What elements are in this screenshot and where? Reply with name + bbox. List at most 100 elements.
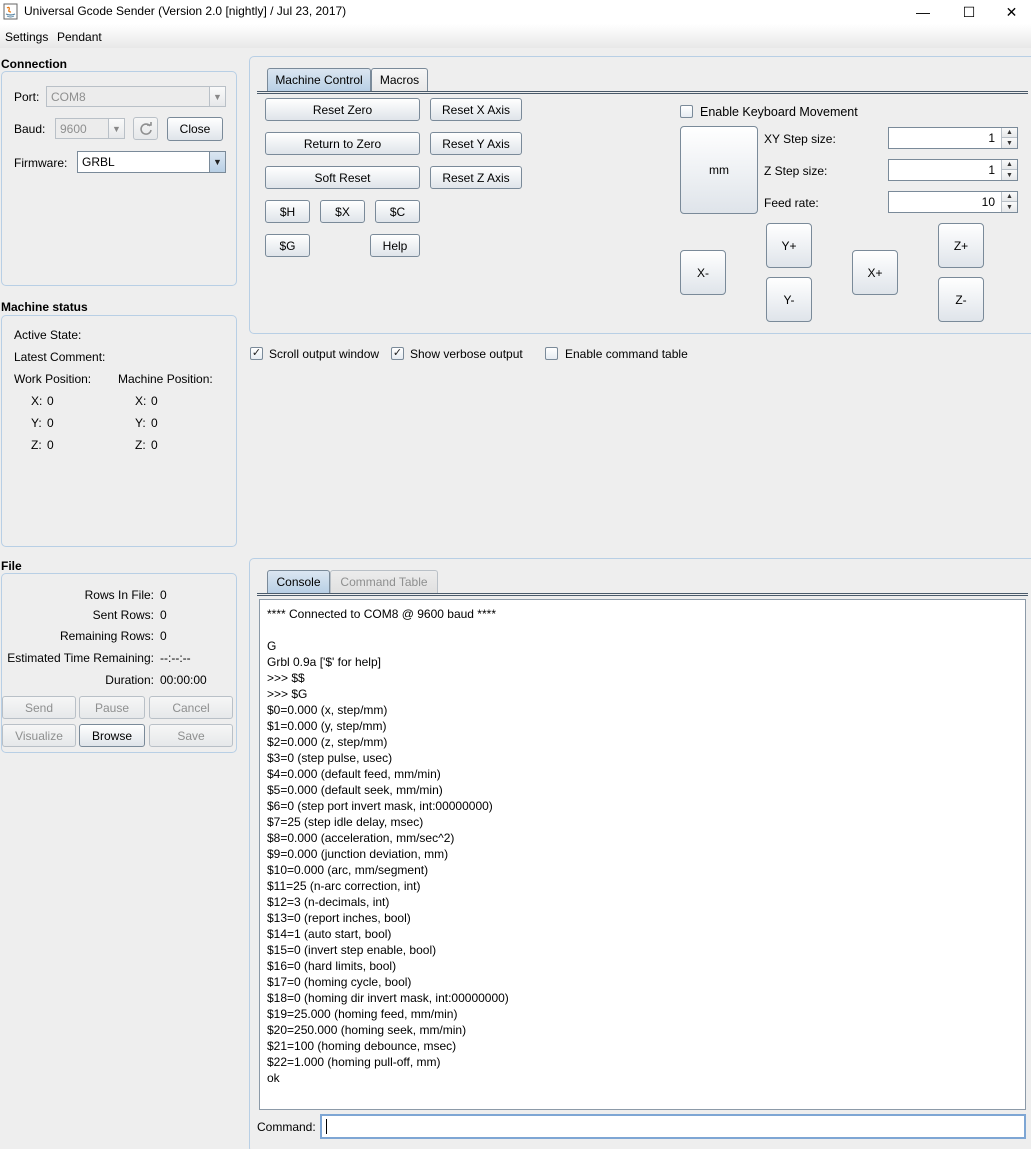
machine-x-axis: X: — [135, 394, 147, 408]
spinner-down-icon[interactable]: ▼ — [1002, 138, 1017, 148]
jog-z-minus-button[interactable]: Z- — [938, 277, 984, 322]
console-line: $1=0.000 (y, step/mm) — [267, 719, 387, 733]
reset-y-axis-button[interactable]: Reset Y Axis — [430, 132, 522, 155]
save-button[interactable]: Save — [149, 724, 233, 747]
gcode-state-command-button[interactable]: $G — [265, 234, 310, 257]
xy-step-spinner[interactable]: 1 ▲ ▼ — [888, 127, 1018, 149]
console-line: $11=25 (n-arc correction, int) — [267, 879, 421, 893]
tab-console[interactable]: Console — [267, 570, 330, 593]
machine-z-value: 0 — [151, 438, 158, 452]
command-label: Command: — [257, 1120, 316, 1134]
checkmark-icon: ✓ — [392, 347, 403, 359]
console-line: $15=0 (invert step enable, bool) — [267, 943, 437, 957]
console-line: $2=0.000 (z, step/mm) — [267, 735, 388, 749]
duration-value: 00:00:00 — [160, 673, 207, 687]
maximize-button[interactable]: ☐ — [946, 0, 992, 24]
return-to-zero-button[interactable]: Return to Zero — [265, 132, 420, 155]
kill-alarm-command-button[interactable]: $X — [320, 200, 365, 223]
jog-z-plus-button[interactable]: Z+ — [938, 223, 984, 268]
spinner-down-icon[interactable]: ▼ — [1002, 170, 1017, 180]
scroll-output-checkbox[interactable]: ✓ — [250, 347, 263, 360]
checkmark-icon: ✓ — [251, 347, 262, 359]
close-icon: ✕ — [1005, 3, 1018, 20]
console-line: $8=0.000 (acceleration, mm/sec^2) — [267, 831, 455, 845]
visualize-button[interactable]: Visualize — [2, 724, 76, 747]
spinner-down-icon[interactable]: ▼ — [1002, 202, 1017, 212]
baud-select[interactable]: 9600 ▼ — [55, 118, 125, 139]
browse-button[interactable]: Browse — [79, 724, 145, 747]
baud-value: 9600 — [60, 121, 87, 136]
menu-bar: Settings Pendant — [0, 24, 1031, 48]
machine-x-value: 0 — [151, 394, 158, 408]
close-window-button[interactable]: ✕ — [992, 0, 1031, 24]
menu-pendant[interactable]: Pendant — [57, 30, 102, 44]
reset-z-axis-button[interactable]: Reset Z Axis — [430, 166, 522, 189]
firmware-label: Firmware: — [14, 156, 68, 170]
check-mode-command-button[interactable]: $C — [375, 200, 420, 223]
console-line: >>> $G — [267, 687, 308, 701]
console-line: $21=100 (homing debounce, msec) — [267, 1039, 457, 1053]
xy-step-value: 1 — [988, 131, 995, 145]
jog-x-plus-button[interactable]: X+ — [852, 250, 898, 295]
menu-settings[interactable]: Settings — [5, 30, 48, 44]
console-line: $18=0 (homing dir invert mask, int:00000… — [267, 991, 509, 1005]
jog-y-minus-button[interactable]: Y- — [766, 277, 812, 322]
tab-command-table[interactable]: Command Table — [330, 570, 438, 593]
work-position-label: Work Position: — [14, 372, 92, 386]
sent-rows-value: 0 — [160, 608, 167, 622]
console-line: G — [267, 639, 277, 653]
jog-x-minus-button[interactable]: X- — [680, 250, 726, 295]
show-verbose-label: Show verbose output — [410, 347, 523, 361]
reset-zero-button[interactable]: Reset Zero — [265, 98, 420, 121]
show-verbose-checkbox[interactable]: ✓ — [391, 347, 404, 360]
tab-divider — [257, 91, 1028, 94]
console-line: $9=0.000 (junction deviation, mm) — [267, 847, 449, 861]
pause-button[interactable]: Pause — [79, 696, 145, 719]
console-line: $3=0 (step pulse, usec) — [267, 751, 393, 765]
soft-reset-button[interactable]: Soft Reset — [265, 166, 420, 189]
spinner-up-icon[interactable]: ▲ — [1002, 192, 1017, 202]
port-select[interactable]: COM8 ▼ — [46, 86, 226, 107]
text-cursor — [326, 1119, 327, 1134]
tab-macros[interactable]: Macros — [371, 68, 428, 91]
console-line: $12=3 (n-decimals, int) — [267, 895, 390, 909]
console-line: $17=0 (homing cycle, bool) — [267, 975, 412, 989]
console-line: $6=0 (step port invert mask, int:0000000… — [267, 799, 493, 813]
machine-position-label: Machine Position: — [118, 372, 213, 386]
cancel-button[interactable]: Cancel — [149, 696, 233, 719]
home-command-button[interactable]: $H — [265, 200, 310, 223]
spinner-up-icon[interactable]: ▲ — [1002, 128, 1017, 138]
java-app-icon — [3, 3, 18, 20]
chevron-down-icon: ▼ — [209, 87, 225, 106]
z-step-value: 1 — [988, 163, 995, 177]
reset-x-axis-button[interactable]: Reset X Axis — [430, 98, 522, 121]
minimize-button[interactable]: — — [900, 0, 946, 24]
chevron-down-icon: ▼ — [209, 152, 225, 172]
enable-command-table-checkbox[interactable] — [545, 347, 558, 360]
command-input[interactable] — [320, 1114, 1026, 1139]
z-step-label: Z Step size: — [764, 164, 828, 178]
connection-title: Connection — [1, 57, 67, 71]
console-output[interactable]: **** Connected to COM8 @ 9600 baud **** G… — [259, 599, 1026, 1110]
remaining-rows-value: 0 — [160, 629, 167, 643]
work-x-axis: X: — [31, 394, 43, 408]
baud-label: Baud: — [14, 122, 46, 136]
feed-rate-spinner[interactable]: 10 ▲ ▼ — [888, 191, 1018, 213]
enable-keyboard-checkbox[interactable] — [680, 105, 693, 118]
z-step-spinner[interactable]: 1 ▲ ▼ — [888, 159, 1018, 181]
spinner-up-icon[interactable]: ▲ — [1002, 160, 1017, 170]
console-line: $22=1.000 (homing pull-off, mm) — [267, 1055, 441, 1069]
work-y-value: 0 — [47, 416, 54, 430]
jog-y-plus-button[interactable]: Y+ — [766, 223, 812, 268]
chevron-down-icon: ▼ — [108, 119, 124, 138]
firmware-select[interactable]: GRBL ▼ — [77, 151, 226, 173]
tab-machine-control[interactable]: Machine Control — [267, 68, 371, 91]
units-toggle-button[interactable]: mm — [680, 126, 758, 214]
close-connection-button[interactable]: Close — [167, 117, 223, 141]
enable-command-table-label: Enable command table — [565, 347, 688, 361]
help-button[interactable]: Help — [370, 234, 420, 257]
work-y-axis: Y: — [31, 416, 42, 430]
send-button[interactable]: Send — [2, 696, 76, 719]
console-line: $10=0.000 (arc, mm/segment) — [267, 863, 429, 877]
refresh-ports-button[interactable] — [133, 117, 158, 140]
